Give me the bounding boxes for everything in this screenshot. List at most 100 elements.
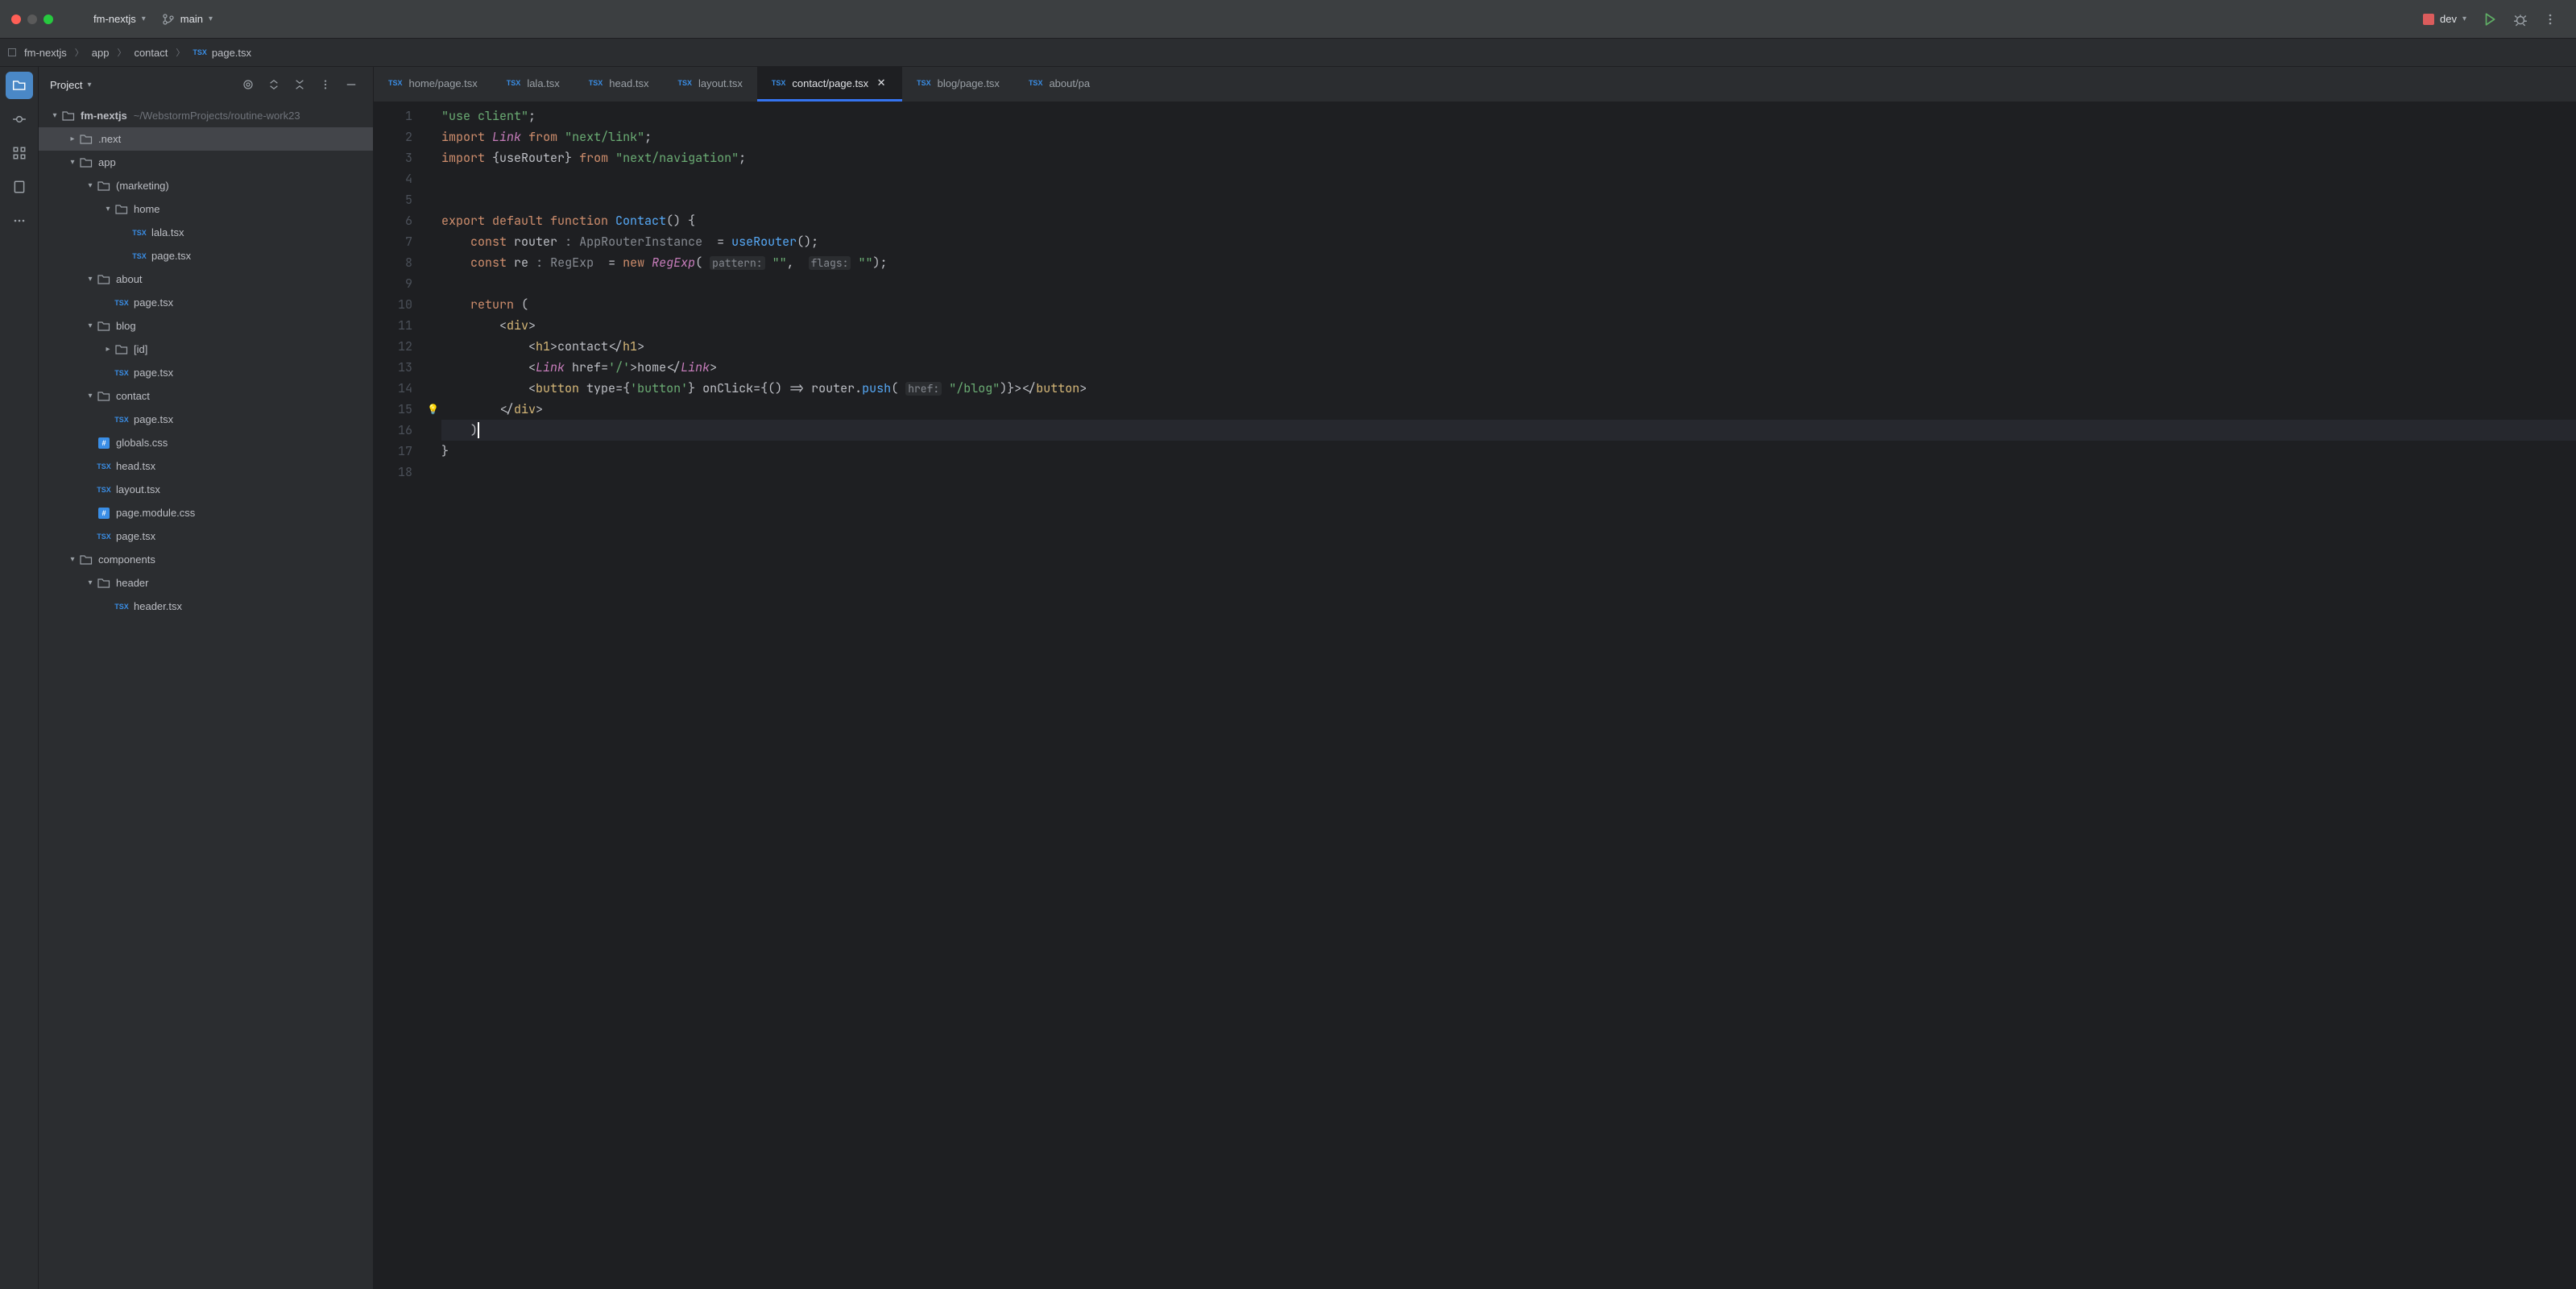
tree-item[interactable]: ▾about	[39, 267, 373, 291]
titlebar: fm-nextjs ▾ main ▾ dev ▾	[0, 0, 2576, 39]
editor-tab[interactable]: TSXhead.tsx	[574, 67, 664, 102]
tree-root[interactable]: ▾ fm-nextjs ~/WebstormProjects/routine-w…	[39, 104, 373, 127]
tree-item[interactable]: #globals.css	[39, 431, 373, 454]
code-line[interactable]: <Link href='/'>home</Link>	[441, 357, 2576, 378]
tree-item[interactable]: #page.module.css	[39, 501, 373, 524]
code-line[interactable]: <button type={'button'} onClick={() => r…	[441, 378, 2576, 399]
tab-label: about/pa	[1049, 77, 1090, 89]
editor-tab[interactable]: TSXlala.tsx	[492, 67, 574, 102]
minimize-window[interactable]	[27, 15, 37, 24]
tree-item[interactable]: TSXlala.tsx	[39, 221, 373, 244]
tree-item[interactable]: TSXhead.tsx	[39, 454, 373, 478]
structure-tool-button[interactable]	[6, 139, 33, 167]
chevron-down-icon[interactable]: ▾	[66, 158, 79, 167]
breadcrumb-item[interactable]: contact	[134, 47, 168, 59]
tsx-icon: TSX	[97, 533, 111, 541]
code-line[interactable]: <h1>contact</h1>	[441, 336, 2576, 357]
select-opened-file-button[interactable]	[238, 74, 259, 95]
code-line[interactable]: import Link from "next/link";	[441, 126, 2576, 147]
code-line[interactable]: <div>	[441, 315, 2576, 336]
code-line[interactable]: }	[441, 441, 2576, 462]
more-tools-button[interactable]	[6, 207, 33, 234]
tree-item[interactable]: ▾header	[39, 571, 373, 595]
code-line[interactable]: )	[441, 420, 2576, 441]
run-button[interactable]	[2475, 9, 2505, 30]
chevron-down-icon: ▾	[2462, 15, 2466, 23]
branch-selector[interactable]: main ▾	[154, 10, 221, 29]
tab-label: layout.tsx	[698, 77, 743, 89]
chevron-down-icon[interactable]: ▾	[66, 555, 79, 564]
breadcrumb-item[interactable]: TSX page.tsx	[193, 47, 251, 59]
tree-item[interactable]: ▾components	[39, 548, 373, 571]
debug-button[interactable]	[2505, 9, 2536, 30]
close-tab-button[interactable]: ✕	[875, 77, 888, 89]
code-line[interactable]: export default function Contact() {	[441, 210, 2576, 231]
folder-icon	[79, 157, 93, 168]
chevron-down-icon[interactable]: ▾	[84, 321, 97, 330]
code-line[interactable]: </div>	[441, 399, 2576, 420]
breadcrumb-item[interactable]: app	[92, 47, 110, 59]
bookmarks-tool-button[interactable]	[6, 173, 33, 201]
code-editor[interactable]: 123456789101112131415161718 💡 "use clien…	[374, 102, 2576, 1289]
code-content[interactable]: "use client";import Link from "next/link…	[438, 102, 2576, 1289]
sidebar-more-button[interactable]	[315, 74, 336, 95]
tree-item[interactable]: ▾app	[39, 151, 373, 174]
chevron-down-icon[interactable]: ▾	[84, 181, 97, 190]
code-line[interactable]: import {useRouter} from "next/navigation…	[441, 147, 2576, 168]
tree-item[interactable]: ▾home	[39, 197, 373, 221]
more-button[interactable]	[2536, 10, 2565, 29]
sidebar-title-selector[interactable]: Project ▾	[50, 79, 92, 91]
tree-item[interactable]: ▾blog	[39, 314, 373, 338]
editor-tab[interactable]: TSXabout/pa	[1014, 67, 1104, 102]
project-tool-button[interactable]	[6, 72, 33, 99]
tab-label: blog/page.tsx	[938, 77, 1000, 89]
hide-sidebar-button[interactable]	[341, 74, 362, 95]
project-tree[interactable]: ▾ fm-nextjs ~/WebstormProjects/routine-w…	[39, 102, 373, 1289]
code-line[interactable]: "use client";	[441, 106, 2576, 126]
project-selector[interactable]: fm-nextjs ▾	[85, 10, 154, 28]
tree-item-label: [id]	[134, 343, 147, 355]
tree-item[interactable]: TSXpage.tsx	[39, 291, 373, 314]
tree-item[interactable]: ▸ [id]	[39, 338, 373, 361]
code-line[interactable]	[441, 462, 2576, 483]
code-line[interactable]	[441, 168, 2576, 189]
editor-tab[interactable]: TSXhome/page.tsx	[374, 67, 492, 102]
expand-all-button[interactable]	[263, 74, 284, 95]
tree-item[interactable]: TSXpage.tsx	[39, 244, 373, 267]
tree-item[interactable]: TSXpage.tsx	[39, 361, 373, 384]
run-config-selector[interactable]: dev ▾	[2415, 10, 2475, 28]
code-line[interactable]: const re : RegExp = new RegExp( pattern:…	[441, 252, 2576, 273]
tsx-icon: TSX	[132, 229, 147, 237]
zoom-window[interactable]	[43, 15, 53, 24]
chevron-down-icon[interactable]: ▾	[84, 392, 97, 400]
breadcrumb-item[interactable]: fm-nextjs	[24, 47, 67, 59]
code-line[interactable]: const router : AppRouterInstance = useRo…	[441, 231, 2576, 252]
chevron-down-icon[interactable]: ▾	[84, 275, 97, 284]
project-sidebar: Project ▾ ▾ fm-nextjs ~/WebstormProjects…	[39, 67, 374, 1289]
chevron-right-icon[interactable]: ▸	[66, 135, 79, 143]
editor-tab[interactable]: TSXlayout.tsx	[663, 67, 756, 102]
tree-item[interactable]: ▾(marketing)	[39, 174, 373, 197]
tree-item[interactable]: ▾contact	[39, 384, 373, 408]
tree-item[interactable]: TSXpage.tsx	[39, 524, 373, 548]
tree-item-label: page.tsx	[134, 367, 173, 379]
chevron-right-icon[interactable]: ▸	[101, 345, 114, 354]
project-name: fm-nextjs	[93, 13, 136, 25]
chevron-down-icon[interactable]: ▾	[84, 578, 97, 587]
close-window[interactable]	[11, 15, 21, 24]
folder-icon	[114, 344, 129, 355]
chevron-down-icon[interactable]: ▾	[101, 205, 114, 213]
code-line[interactable]: return (	[441, 294, 2576, 315]
lightbulb-icon[interactable]: 💡	[427, 403, 439, 416]
tree-item[interactable]: ▸.next	[39, 127, 373, 151]
editor-tab[interactable]: TSXcontact/page.tsx✕	[757, 67, 902, 102]
editor-tab[interactable]: TSXblog/page.tsx	[902, 67, 1014, 102]
code-line[interactable]	[441, 189, 2576, 210]
code-line[interactable]	[441, 273, 2576, 294]
collapse-all-button[interactable]	[289, 74, 310, 95]
chevron-right-icon: 〉	[176, 46, 184, 59]
commit-tool-button[interactable]	[6, 106, 33, 133]
tree-item[interactable]: TSXlayout.tsx	[39, 478, 373, 501]
tree-item[interactable]: TSXpage.tsx	[39, 408, 373, 431]
tree-item[interactable]: TSXheader.tsx	[39, 595, 373, 618]
